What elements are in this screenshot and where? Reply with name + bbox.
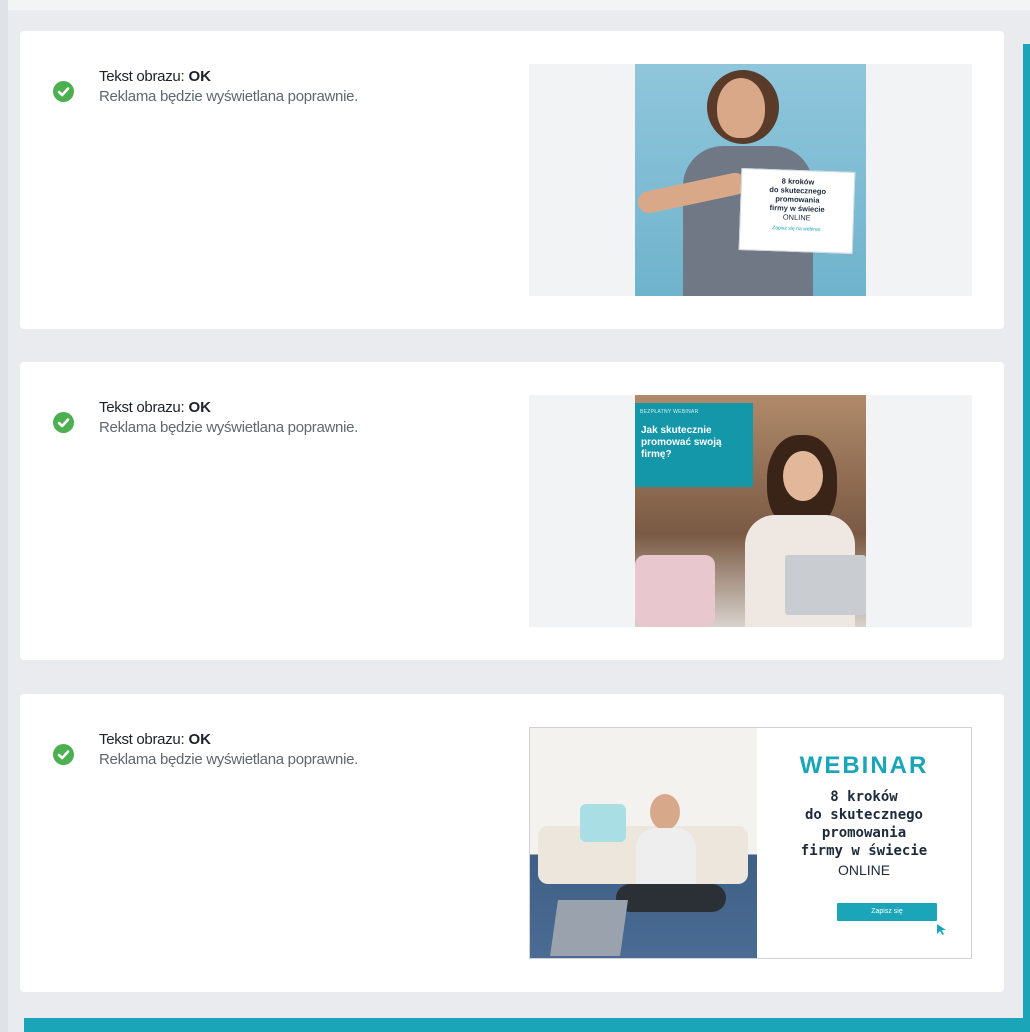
ad-online: ONLINE xyxy=(782,212,811,223)
status-text: Tekst obrazu: OK Reklama będzie wyświetl… xyxy=(99,67,358,107)
ad-preview: 8 kroków do skutecznego promowania firmy… xyxy=(529,64,972,296)
ad-image: 8 kroków do skutecznego promowania firmy… xyxy=(635,64,866,296)
ad-line: firmy w świecie xyxy=(800,843,928,859)
ad-review-card: Tekst obrazu: OK Reklama będzie wyświetl… xyxy=(20,694,1004,992)
status-label: Tekst obrazu: xyxy=(99,399,185,416)
check-circle-icon xyxy=(53,81,74,102)
person-face xyxy=(717,78,765,138)
laptop xyxy=(785,555,866,615)
status-label: Tekst obrazu: xyxy=(99,731,185,748)
status-text: Tekst obrazu: OK Reklama będzie wyświetl… xyxy=(99,730,358,770)
laptop xyxy=(550,900,628,956)
status-value: OK xyxy=(188,731,211,748)
cursor-icon xyxy=(937,924,946,935)
status-description: Reklama będzie wyświetlana poprawnie. xyxy=(99,88,359,105)
status-label: Tekst obrazu: xyxy=(99,68,185,85)
person-body xyxy=(636,828,696,892)
ad-line: 8 kroków xyxy=(830,789,898,805)
ad-line: promowania xyxy=(821,825,907,841)
status-description: Reklama będzie wyświetlana poprawnie. xyxy=(99,419,359,436)
ad-review-card: Tekst obrazu: OK Reklama będzie wyświetl… xyxy=(20,362,1004,660)
ad-image: WEBINAR 8 kroków do skutecznego promowan… xyxy=(529,727,972,959)
ad-image: BEZPŁATNY WEBINAR Jak skutecznie promowa… xyxy=(635,395,866,627)
status-value: OK xyxy=(188,399,211,416)
ad-banner: BEZPŁATNY WEBINAR Jak skutecznie promowa… xyxy=(635,403,753,487)
top-strip xyxy=(0,0,1030,10)
status-value: OK xyxy=(188,68,211,85)
ad-top-label: BEZPŁATNY WEBINAR xyxy=(640,409,699,415)
status-description: Reklama będzie wyświetlana poprawnie. xyxy=(99,751,359,768)
left-strip xyxy=(0,0,8,1032)
person-face xyxy=(650,794,680,830)
ad-photo xyxy=(530,728,757,958)
cushion xyxy=(580,804,626,842)
ad-text-area: WEBINAR 8 kroków do skutecznego promowan… xyxy=(757,728,971,958)
accent-border-bottom xyxy=(24,1018,1030,1032)
ad-sign: 8 kroków do skutecznego promowania firmy… xyxy=(738,168,856,254)
ad-title: Jak skutecznie promować swoją firmę? xyxy=(641,425,722,460)
accent-border-right xyxy=(1023,44,1030,1032)
ad-heading: WEBINAR xyxy=(799,752,929,779)
ad-preview: BEZPŁATNY WEBINAR Jak skutecznie promowa… xyxy=(529,395,972,627)
ad-preview: WEBINAR 8 kroków do skutecznego promowan… xyxy=(529,727,972,959)
ad-cta-button: Zapisz się xyxy=(837,903,937,921)
check-circle-icon xyxy=(53,412,74,433)
ad-review-card: Tekst obrazu: OK Reklama będzie wyświetl… xyxy=(20,31,1004,329)
person-face xyxy=(783,451,823,501)
person-legs xyxy=(616,884,726,912)
ad-headline: 8 kroków do skutecznego promowania firmy… xyxy=(757,788,971,860)
ad-line: do skutecznego xyxy=(804,807,923,823)
status-text: Tekst obrazu: OK Reklama będzie wyświetl… xyxy=(99,398,358,438)
ad-cta: Zapisz się na webinar xyxy=(772,225,821,233)
pillow xyxy=(635,555,715,627)
check-circle-icon xyxy=(53,744,74,765)
ad-online: ONLINE xyxy=(837,862,891,878)
